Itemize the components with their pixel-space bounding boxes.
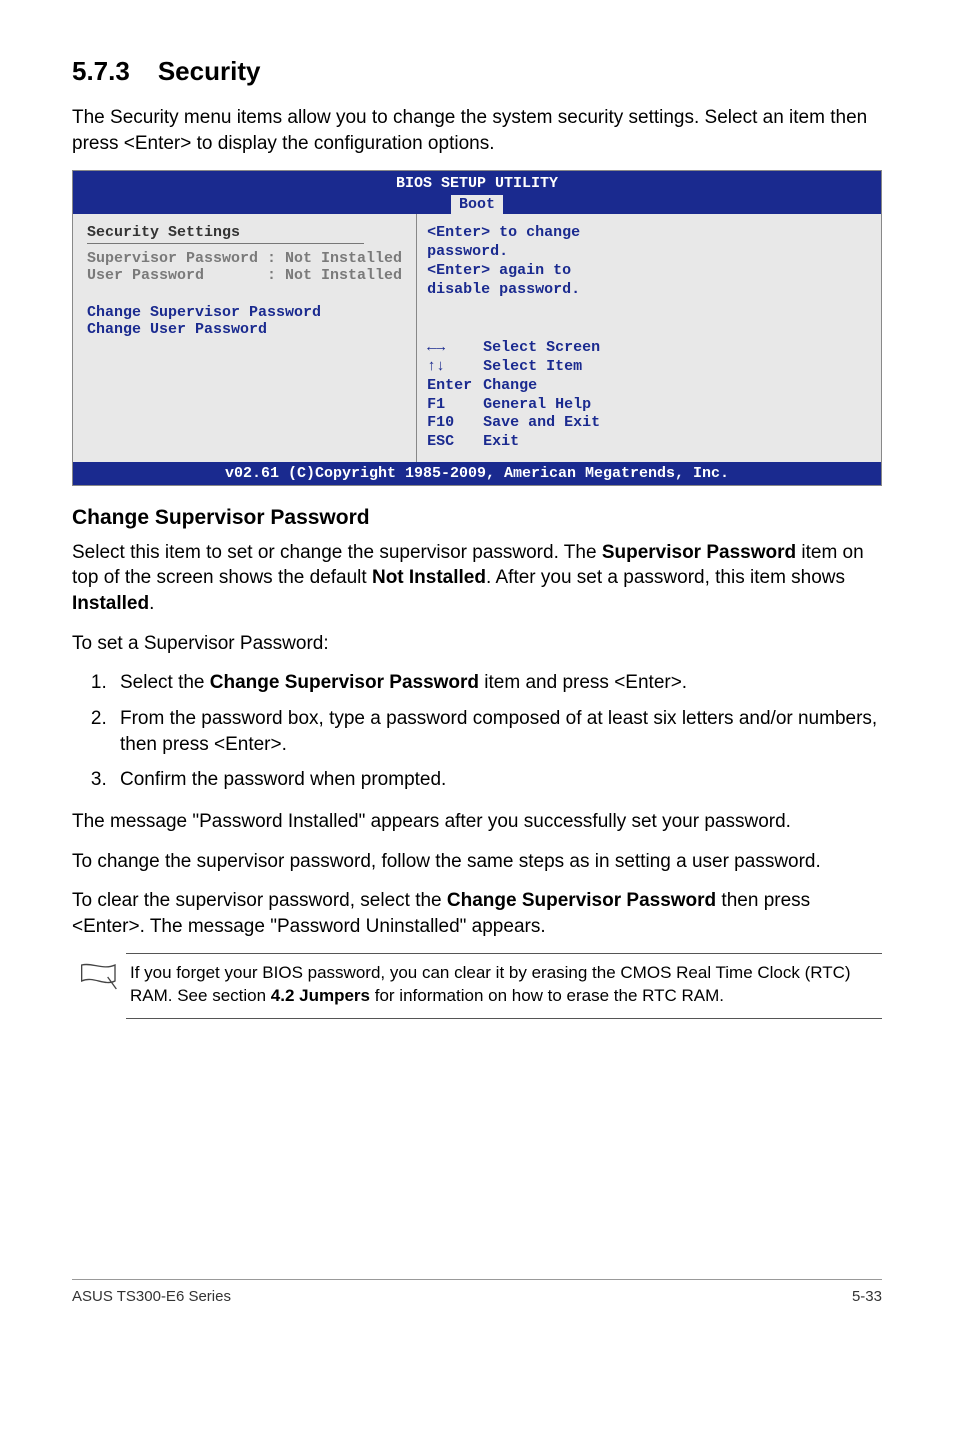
bios-row-user: User Password : Not Installed bbox=[87, 267, 402, 284]
bios-footer: v02.61 (C)Copyright 1985-2009, American … bbox=[73, 462, 881, 485]
bios-nav-label: Select Screen bbox=[483, 339, 600, 358]
section-heading: 5.7.3 Security bbox=[72, 56, 882, 87]
text-bold: Change Supervisor Password bbox=[210, 672, 479, 693]
text: . After you set a password, this item sh… bbox=[486, 567, 845, 588]
bios-row-supervisor: Supervisor Password : Not Installed bbox=[87, 250, 402, 267]
text: Select the bbox=[120, 672, 210, 693]
bios-nav-row: ESCExit bbox=[427, 433, 631, 452]
bios-nav-row: EnterChange bbox=[427, 377, 631, 396]
footer-right: 5-33 bbox=[852, 1288, 882, 1305]
bios-tab-boot: Boot bbox=[451, 195, 503, 214]
bios-nav-key: ↑↓ bbox=[427, 358, 483, 377]
bios-nav-key: ESC bbox=[427, 433, 483, 452]
steps-list: Select the Change Supervisor Password it… bbox=[72, 670, 882, 793]
bios-left-panel: Security Settings Supervisor Password : … bbox=[73, 214, 416, 462]
text: To clear the supervisor password, select… bbox=[72, 890, 447, 911]
text-bold: Supervisor Password bbox=[602, 542, 796, 563]
text-bold: Change Supervisor Password bbox=[447, 890, 716, 911]
bios-title: BIOS SETUP UTILITY bbox=[73, 175, 881, 193]
bios-nav-row: F1General Help bbox=[427, 396, 631, 415]
bios-nav-key: F1 bbox=[427, 396, 483, 415]
bios-action-change-user: Change User Password bbox=[87, 321, 402, 338]
note-box: If you forget your BIOS password, you ca… bbox=[72, 953, 882, 1019]
bios-nav-label: Exit bbox=[483, 433, 519, 452]
note-text: If you forget your BIOS password, you ca… bbox=[126, 953, 882, 1019]
text-bold: Installed bbox=[72, 593, 149, 614]
text: Select this item to set or change the su… bbox=[72, 542, 602, 563]
bios-nav-key: F10 bbox=[427, 414, 483, 433]
bios-header: BIOS SETUP UTILITY Boot bbox=[73, 171, 881, 214]
section-number: 5.7.3 bbox=[72, 56, 130, 87]
bios-body: Security Settings Supervisor Password : … bbox=[73, 214, 881, 462]
note-icon bbox=[72, 953, 126, 1002]
subsection-heading: Change Supervisor Password bbox=[72, 506, 882, 530]
bios-help-text: <Enter> to change password. <Enter> agai… bbox=[427, 224, 631, 299]
bios-action-change-supervisor: Change Supervisor Password bbox=[87, 304, 402, 321]
subsection-p1: Select this item to set or change the su… bbox=[72, 540, 882, 617]
text: item and press <Enter>. bbox=[479, 672, 687, 693]
text-bold: Not Installed bbox=[372, 567, 486, 588]
bios-nav-row: F10Save and Exit bbox=[427, 414, 631, 433]
subsection-p3: The message "Password Installed" appears… bbox=[72, 809, 882, 835]
footer-left: ASUS TS300-E6 Series bbox=[72, 1288, 231, 1305]
step-3: Confirm the password when prompted. bbox=[112, 767, 882, 793]
step-2: From the password box, type a password c… bbox=[112, 706, 882, 757]
bios-nav-label: Change bbox=[483, 377, 537, 396]
text: . bbox=[149, 593, 154, 614]
text: for information on how to erase the RTC … bbox=[370, 986, 724, 1005]
subsection-p5: To clear the supervisor password, select… bbox=[72, 888, 882, 939]
section-intro: The Security menu items allow you to cha… bbox=[72, 105, 882, 156]
step-1: Select the Change Supervisor Password it… bbox=[112, 670, 882, 696]
bios-nav-block: ←→Select Screen ↑↓Select Item EnterChang… bbox=[427, 299, 631, 452]
subsection-p4: To change the supervisor password, follo… bbox=[72, 849, 882, 875]
bios-left-heading: Security Settings bbox=[87, 224, 402, 241]
page-footer: ASUS TS300-E6 Series 5-33 bbox=[72, 1279, 882, 1305]
bios-nav-row: ↑↓Select Item bbox=[427, 358, 631, 377]
subsection-p2: To set a Supervisor Password: bbox=[72, 631, 882, 657]
bios-nav-key: Enter bbox=[427, 377, 483, 396]
bios-nav-label: Save and Exit bbox=[483, 414, 600, 433]
bios-separator bbox=[87, 243, 364, 244]
bios-nav-key: ←→ bbox=[427, 339, 483, 358]
bios-nav-label: General Help bbox=[483, 396, 591, 415]
bios-right-panel: <Enter> to change password. <Enter> agai… bbox=[416, 214, 641, 462]
bios-nav-row: ←→Select Screen bbox=[427, 339, 631, 358]
bios-screenshot: BIOS SETUP UTILITY Boot Security Setting… bbox=[72, 170, 882, 486]
text-bold: 4.2 Jumpers bbox=[271, 986, 370, 1005]
section-title-text: Security bbox=[158, 56, 261, 86]
bios-nav-label: Select Item bbox=[483, 358, 582, 377]
